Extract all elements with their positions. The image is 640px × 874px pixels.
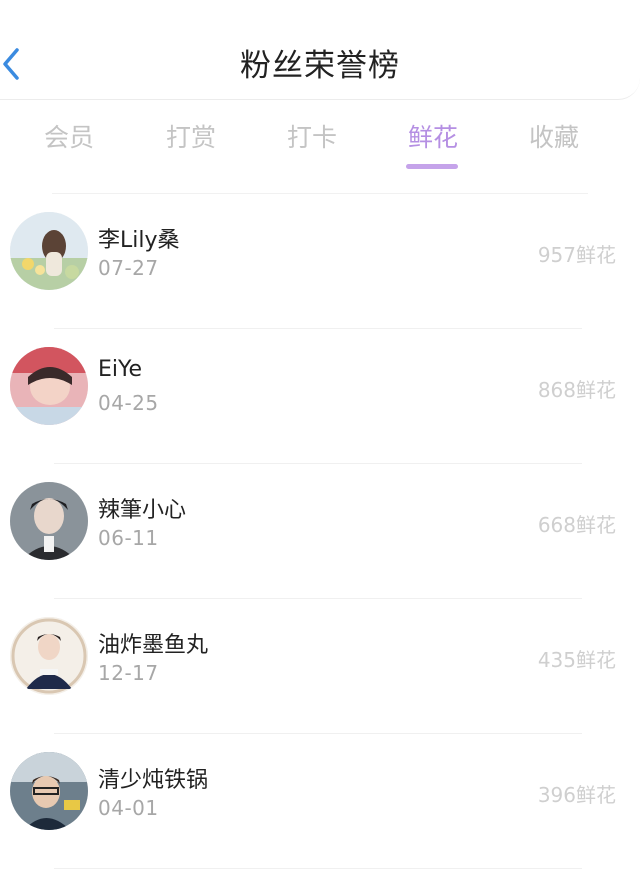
tab-label: 打卡	[286, 123, 337, 152]
fan-date: 04-01	[98, 796, 159, 820]
fan-name: 李Lily桑	[98, 228, 180, 253]
page-title: 粉丝荣誉榜	[240, 48, 400, 84]
tab-members[interactable]: 会员	[14, 118, 124, 170]
fan-name: 辣筆小心	[98, 498, 187, 523]
list-item[interactable]: 辣筆小心 06-11 668鲜花	[0, 464, 640, 599]
avatar	[10, 617, 88, 695]
fan-list: 李Lily桑 07-27 957鲜花 EiYe 04-25 868鲜花 辣筆小心…	[0, 194, 640, 869]
fan-name: 油炸墨鱼丸	[98, 633, 209, 658]
list-item[interactable]: 清少炖铁锅 04-01 396鲜花	[0, 734, 640, 869]
header-bar: 粉丝荣誉榜	[0, 0, 640, 100]
tab-underline	[406, 164, 458, 169]
row-divider	[54, 868, 582, 869]
list-item[interactable]: 油炸墨鱼丸 12-17 435鲜花	[0, 599, 640, 734]
avatar	[10, 212, 88, 290]
flower-count: 957鲜花	[537, 243, 616, 267]
tab-tips[interactable]: 打赏	[136, 118, 246, 170]
avatar	[10, 752, 88, 830]
fan-name: 清少炖铁锅	[98, 768, 209, 793]
fan-date: 04-25	[98, 391, 159, 415]
tab-checkin[interactable]: 打卡	[257, 118, 367, 170]
avatar	[10, 347, 88, 425]
tab-label: 会员	[43, 123, 94, 152]
fan-date: 12-17	[98, 661, 159, 685]
avatar	[10, 482, 88, 560]
fan-date: 07-27	[98, 256, 159, 280]
flower-count: 868鲜花	[537, 378, 616, 402]
flower-count: 396鲜花	[537, 783, 616, 807]
tab-favorites[interactable]: 收藏	[499, 118, 609, 170]
tab-flowers[interactable]: 鲜花	[378, 118, 488, 170]
list-item[interactable]: 李Lily桑 07-27 957鲜花	[0, 194, 640, 329]
tab-bar: 会员 打赏 打卡 鲜花 收藏	[0, 100, 640, 192]
flower-count: 435鲜花	[537, 648, 616, 672]
flower-count: 668鲜花	[537, 513, 616, 537]
tab-label: 收藏	[528, 123, 579, 152]
tab-label: 打赏	[165, 123, 216, 152]
fan-date: 06-11	[98, 526, 159, 550]
tab-label: 鲜花	[407, 123, 458, 152]
fan-name: EiYe	[98, 357, 143, 382]
list-item[interactable]: EiYe 04-25 868鲜花	[0, 329, 640, 464]
